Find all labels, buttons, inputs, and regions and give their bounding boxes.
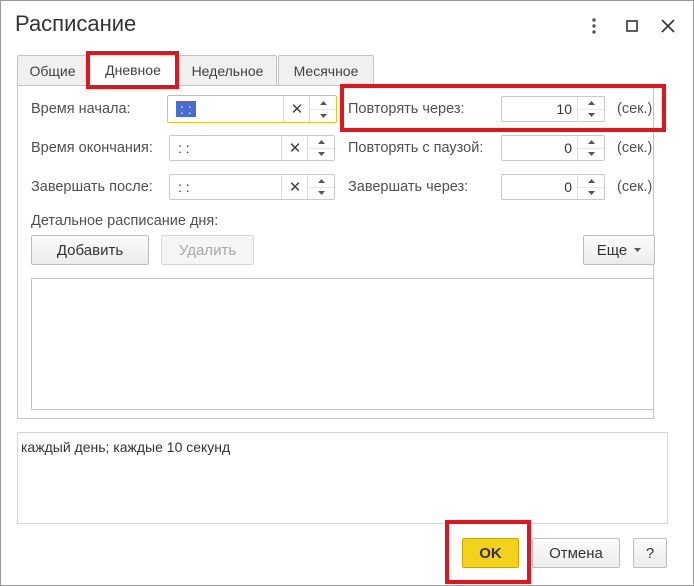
- spinner: [307, 175, 334, 199]
- repeat-every-unit: (сек.): [617, 101, 653, 117]
- repeat-pause-value: 0: [564, 140, 572, 156]
- tab-weekly[interactable]: Недельное: [178, 55, 277, 85]
- repeat-pause-field[interactable]: 0: [501, 135, 605, 161]
- tab-monthly[interactable]: Месячное: [278, 55, 374, 85]
- spin-down-icon[interactable]: [578, 187, 604, 199]
- spinner: [577, 175, 604, 199]
- tab-label: Общие: [29, 62, 76, 79]
- more-button[interactable]: Еще: [583, 235, 655, 265]
- repeat-pause-label: Повторять с паузой:: [348, 140, 484, 156]
- repeat-every-value: 10: [556, 101, 572, 117]
- tab-label: Дневное: [105, 61, 161, 78]
- more-button-label: Еще: [596, 241, 628, 259]
- spin-down-icon[interactable]: [308, 187, 334, 199]
- repeat-every-label: Повторять через:: [348, 101, 465, 117]
- spin-down-icon[interactable]: [310, 109, 336, 122]
- more-vertical-icon[interactable]: [583, 15, 605, 37]
- schedule-summary: каждый день; каждые 10 секунд: [17, 432, 668, 524]
- end-time-value: : :: [178, 140, 190, 156]
- detail-schedule-table[interactable]: [31, 278, 654, 410]
- schedule-summary-text: каждый день; каждые 10 секунд: [21, 439, 231, 455]
- dialog-title: Расписание: [15, 11, 137, 36]
- tab-general[interactable]: Общие: [17, 55, 88, 85]
- add-button[interactable]: Добавить: [31, 235, 149, 265]
- spinner: [577, 97, 604, 121]
- finish-in-unit: (сек.): [617, 179, 653, 195]
- detail-schedule-label: Детальное расписание дня:: [31, 213, 219, 229]
- finish-in-value: 0: [564, 179, 572, 195]
- clear-icon[interactable]: ✕: [281, 136, 308, 160]
- help-button[interactable]: ?: [633, 538, 667, 568]
- repeat-every-field[interactable]: 10: [501, 96, 605, 122]
- spinner: [309, 96, 336, 122]
- start-time-field[interactable]: : : ✕: [167, 95, 337, 123]
- cancel-button[interactable]: Отмена: [532, 538, 620, 568]
- finish-after-value: : :: [178, 179, 190, 195]
- finish-after-label: Завершать после:: [31, 179, 153, 195]
- start-time-label: Время начала:: [31, 101, 131, 117]
- ok-button[interactable]: OK: [462, 538, 519, 568]
- spinner: [307, 136, 334, 160]
- close-icon[interactable]: [657, 15, 679, 37]
- spinner: [577, 136, 604, 160]
- spin-down-icon[interactable]: [578, 109, 604, 121]
- schedule-dialog: Расписание Общие Дневное Недельное Месяч…: [0, 0, 694, 586]
- spin-down-icon[interactable]: [308, 148, 334, 160]
- start-time-selection: : :: [176, 101, 196, 117]
- end-time-label: Время окончания:: [31, 140, 153, 156]
- end-time-field[interactable]: : : ✕: [169, 135, 335, 161]
- repeat-pause-unit: (сек.): [617, 140, 653, 156]
- finish-after-field[interactable]: : : ✕: [169, 174, 335, 200]
- tab-daily[interactable]: Дневное: [89, 53, 177, 85]
- chevron-down-icon: [634, 248, 642, 252]
- clear-icon[interactable]: ✕: [281, 175, 308, 199]
- tab-label: Месячное: [293, 62, 359, 79]
- finish-in-field[interactable]: 0: [501, 174, 605, 200]
- finish-in-label: Завершать через:: [348, 179, 469, 195]
- spin-up-icon[interactable]: [310, 96, 336, 110]
- start-time-value: : :: [176, 101, 196, 117]
- clear-icon[interactable]: ✕: [283, 96, 310, 122]
- maximize-icon[interactable]: [621, 15, 643, 37]
- spin-down-icon[interactable]: [578, 148, 604, 160]
- delete-button[interactable]: Удалить: [161, 235, 254, 265]
- tab-label: Недельное: [191, 62, 264, 79]
